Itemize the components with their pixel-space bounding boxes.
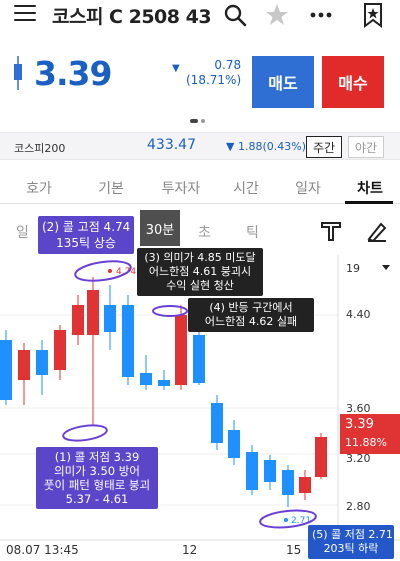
candle: [299, 477, 311, 493]
bookmark-icon[interactable]: [360, 2, 386, 28]
more-icon[interactable]: [308, 2, 334, 28]
count-value: 19: [346, 262, 360, 275]
tab-time[interactable]: 시간: [221, 178, 271, 198]
change-percent: (18.71%): [186, 73, 242, 87]
candle: [175, 315, 187, 385]
candle: [0, 340, 12, 400]
tab-basic[interactable]: 기본: [86, 178, 136, 198]
y-label: 2.80: [346, 500, 371, 513]
search-icon[interactable]: [222, 2, 248, 28]
interval-tick[interactable]: 틱: [246, 222, 259, 242]
candle: [211, 403, 223, 443]
y-label: 4.40: [346, 308, 371, 321]
annotation-2: (2) 콜 고점 4.74 135틱 상승: [38, 216, 134, 254]
index-name: 코스피200: [14, 142, 66, 155]
interval-day[interactable]: 일: [16, 222, 29, 242]
high-marker: [108, 269, 112, 273]
candle: [104, 305, 116, 332]
candle: [87, 290, 99, 335]
top-bar: 코스피 C 2508 435.0: [0, 0, 400, 32]
page-indicator: [190, 119, 205, 123]
interval-second[interactable]: 초: [198, 222, 211, 242]
candle: [54, 330, 66, 370]
last-price-value: 3.39: [345, 417, 374, 432]
index-value: 433.47: [147, 137, 196, 153]
detail-tabs: 호가 기본 투자자 시간 일자 차트: [0, 168, 400, 204]
annotation-4: (4) 반등 구간에서 어느한점 4.62 실패: [188, 298, 314, 332]
candle: [140, 373, 152, 385]
candle: [246, 452, 258, 490]
price-change: ▼ 0.78 (18.71%): [172, 58, 242, 88]
x-label: 15: [286, 543, 302, 557]
candle: [72, 305, 84, 335]
candle: [158, 380, 170, 386]
last-price-tag: 3.39 11.88%: [340, 414, 400, 454]
candle: [228, 430, 240, 458]
candle: [193, 335, 205, 383]
annotation-5: (5) 콜 저점 2.71 203틱 하락: [308, 525, 394, 559]
x-label: 08.07 13:45: [6, 543, 79, 557]
x-label: 12: [182, 543, 198, 557]
interval-30min[interactable]: 30분: [140, 210, 180, 246]
down-arrow-icon: ▼: [172, 63, 180, 74]
sell-button[interactable]: 매도: [252, 56, 314, 108]
dropdown-icon[interactable]: [382, 265, 390, 270]
candle: [315, 437, 327, 477]
candle: [264, 460, 276, 482]
menu-icon[interactable]: [14, 5, 36, 23]
candle-icon: [14, 56, 22, 90]
candle: [18, 350, 30, 380]
star-icon[interactable]: [264, 2, 290, 28]
annotation-3: (3) 의미가 4.85 미도달 어느한점 4.61 붕괴시 수익 실현 청산: [137, 248, 263, 296]
candle: [122, 305, 134, 377]
low-marker: [284, 518, 288, 522]
active-tab-indicator: [345, 201, 393, 204]
index-change: ▼ 1.88(0.43%): [226, 140, 306, 153]
period-night-button[interactable]: 야간: [348, 136, 384, 158]
candle: [282, 470, 294, 495]
instrument-title: 코스피 C 2508 435.0: [52, 6, 212, 28]
buy-button[interactable]: 매수: [322, 56, 384, 108]
candle: [36, 350, 48, 375]
period-week-button[interactable]: 주간: [306, 136, 342, 158]
draw-tool-icon[interactable]: [366, 220, 388, 242]
tab-date[interactable]: 일자: [283, 178, 333, 198]
indicator-icon[interactable]: [320, 220, 342, 242]
last-price-percent: 11.88%: [345, 436, 387, 449]
change-value: 0.78: [214, 58, 242, 72]
tab-chart[interactable]: 차트: [345, 178, 395, 198]
index-strip: 코스피200 433.47 ▼ 1.88(0.43%) 주간 야간: [0, 132, 400, 160]
tab-investor[interactable]: 투자자: [156, 178, 206, 198]
annotation-1: (1) 콜 저점 3.39 의미가 3.50 방어 풋이 패턴 형태로 붕괴 5.37…: [36, 447, 158, 509]
current-price: 3.39: [34, 54, 112, 93]
tab-orderbook[interactable]: 호가: [14, 178, 64, 198]
